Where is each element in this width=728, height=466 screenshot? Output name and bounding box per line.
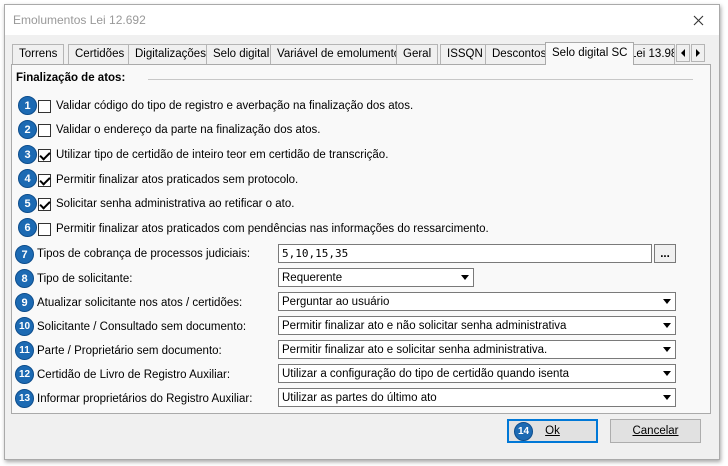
checkbox-box[interactable] — [38, 222, 51, 236]
chevron-down-icon[interactable] — [660, 342, 674, 357]
callout-badge: 2 — [18, 120, 37, 139]
title-bar: Emolumentos Lei 12.692 — [5, 5, 719, 35]
checkbox-senha-retificar[interactable]: Solicitar senha administrativa ao retifi… — [38, 196, 294, 212]
callout-badge: 5 — [18, 194, 37, 213]
checkbox-box[interactable] — [38, 99, 51, 113]
cancel-button[interactable]: Cancelar — [610, 419, 701, 443]
checkbox-validar-endereco[interactable]: Validar o endereço da parte na finalizaç… — [38, 122, 320, 138]
arrow-right-icon — [696, 49, 700, 57]
checkbox-box[interactable] — [38, 173, 51, 187]
select-value: Requerente — [282, 271, 343, 284]
checkbox-label: Permitir finalizar atos praticados sem p… — [56, 174, 299, 186]
tab-selo-digital[interactable]: Selo digital — [206, 44, 277, 64]
callout-badge: 12 — [15, 365, 34, 384]
window-title: Emolumentos Lei 12.692 — [13, 13, 146, 27]
callout-badge: 11 — [15, 341, 34, 360]
chevron-down-icon[interactable] — [458, 270, 472, 285]
certidao-livro-label: Certidão de Livro de Registro Auxiliar: — [37, 369, 231, 381]
tab-digitalizacoes[interactable]: Digitalizações — [128, 44, 213, 64]
chevron-down-icon[interactable] — [660, 318, 674, 333]
callout-badge: 3 — [18, 145, 37, 164]
chevron-down-icon[interactable] — [660, 294, 674, 309]
checkbox-label: Validar código do tipo de registro e ave… — [56, 100, 414, 112]
cobranca-label: Tipos de cobrança de processos judiciais… — [37, 248, 251, 260]
callout-badge: 9 — [15, 293, 34, 312]
tipo-solicitante-select[interactable]: Requerente — [278, 268, 474, 287]
callout-badge: 4 — [18, 169, 37, 188]
checkbox-sem-protocolo[interactable]: Permitir finalizar atos praticados sem p… — [38, 172, 298, 188]
callout-badge: 13 — [15, 389, 34, 408]
select-value: Permitir finalizar ato e solicitar senha… — [282, 343, 548, 356]
tab-selo-digital-sc[interactable]: Selo digital SC — [545, 42, 635, 65]
cobranca-input[interactable]: 5,10,15,35 — [278, 244, 652, 263]
checkbox-label: Solicitar senha administrativa ao retifi… — [56, 198, 295, 210]
checkbox-pendencias-ressarcimento[interactable]: Permitir finalizar atos praticados com p… — [38, 221, 489, 237]
tab-geral[interactable]: Geral — [396, 44, 439, 64]
tab-scroll-left-button[interactable] — [676, 44, 690, 62]
callout-badge: 7 — [15, 245, 34, 264]
callout-badge: 8 — [15, 269, 34, 288]
sem-documento-label: Solicitante / Consultado sem documento: — [37, 321, 247, 333]
checkbox-label: Permitir finalizar atos praticados com p… — [56, 223, 489, 235]
tab-strip: Torrens Certidões Digitalizações Selo di… — [12, 42, 712, 65]
select-value: Permitir finalizar ato e não solicitar s… — [282, 319, 567, 332]
select-value: Utilizar a configuração do tipo de certi… — [282, 367, 570, 380]
tab-torrens[interactable]: Torrens — [12, 44, 65, 64]
close-icon — [693, 15, 703, 25]
proprietario-label: Parte / Proprietário sem documento: — [37, 345, 222, 357]
cobranca-browse-button[interactable]: ... — [654, 244, 676, 263]
checkbox-label: Validar o endereço da parte na finalizaç… — [56, 124, 321, 136]
checkbox-box[interactable] — [38, 123, 51, 137]
checkbox-box[interactable] — [38, 197, 51, 211]
group-divider — [148, 79, 693, 80]
tab-variavel-emolumentos[interactable]: Variável de emolumentos — [270, 44, 413, 64]
sem-documento-select[interactable]: Permitir finalizar ato e não solicitar s… — [278, 316, 676, 335]
select-value: Perguntar ao usuário — [282, 295, 390, 308]
tab-certidoes[interactable]: Certidões — [68, 44, 132, 64]
callout-badge: 14 — [514, 422, 533, 441]
arrow-left-icon — [681, 49, 685, 57]
tab-issqn[interactable]: ISSQN — [440, 44, 490, 64]
callout-badge: 6 — [18, 218, 37, 237]
checkbox-label: Utilizar tipo de certidão de inteiro teo… — [56, 149, 389, 161]
group-title: Finalização de atos: — [16, 72, 126, 84]
chevron-down-icon[interactable] — [660, 366, 674, 381]
informar-label: Informar proprietários do Registro Auxil… — [37, 393, 253, 405]
tab-panel — [11, 64, 711, 414]
tab-descontos[interactable]: Descontos — [485, 44, 554, 64]
select-value: Utilizar as partes do último ato — [282, 391, 437, 404]
tipo-solicitante-label: Tipo de solicitante: — [37, 273, 133, 285]
chevron-down-icon[interactable] — [660, 390, 674, 405]
checkbox-validar-codigo[interactable]: Validar código do tipo de registro e ave… — [38, 98, 413, 114]
certidao-livro-select[interactable]: Utilizar a configuração do tipo de certi… — [278, 364, 676, 383]
atualizar-label: Atualizar solicitante nos atos / certidõ… — [37, 297, 243, 309]
tab-scroll-right-button[interactable] — [691, 44, 705, 62]
proprietario-select[interactable]: Permitir finalizar ato e solicitar senha… — [278, 340, 676, 359]
atualizar-select[interactable]: Perguntar ao usuário — [278, 292, 676, 311]
callout-badge: 1 — [18, 96, 37, 115]
informar-select[interactable]: Utilizar as partes do último ato — [278, 388, 676, 407]
checkbox-inteiro-teor[interactable]: Utilizar tipo de certidão de inteiro teo… — [38, 147, 388, 163]
close-button[interactable] — [683, 9, 713, 31]
checkbox-box[interactable] — [38, 148, 51, 162]
callout-badge: 10 — [15, 317, 34, 336]
